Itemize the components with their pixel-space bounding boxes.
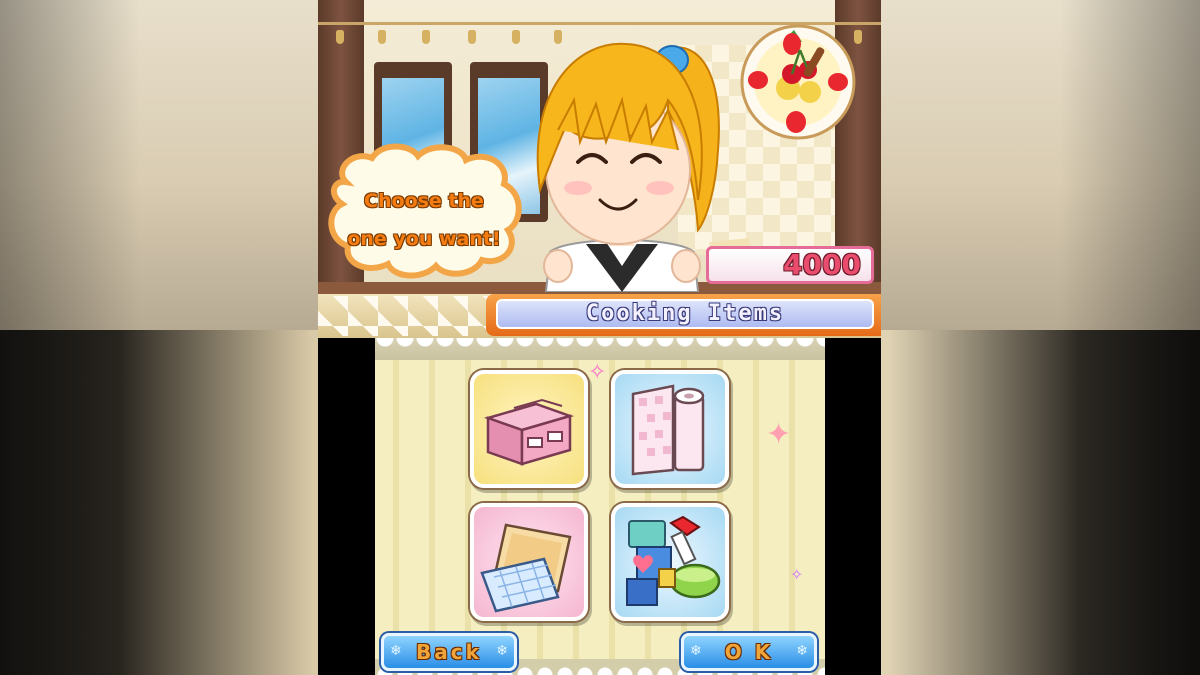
money-display: 4000	[706, 246, 874, 284]
floor-tiles	[318, 296, 488, 336]
lamp-icon	[378, 30, 386, 44]
baking-sheets-icon	[480, 523, 572, 613]
lamp-icon	[468, 30, 476, 44]
top-screen: Choose the one you want! 4000 Cooking It…	[318, 0, 881, 338]
ok-button-label: O K	[724, 640, 774, 664]
back-button-label: Back	[416, 640, 482, 664]
shopkeeper-character	[536, 42, 720, 292]
menu-title-bar: Cooking Items	[486, 294, 881, 336]
cake-icon	[740, 24, 856, 140]
item-paper-roll[interactable]	[611, 370, 729, 488]
lace-border-top	[375, 338, 825, 360]
back-button[interactable]: ❄ ❄ Back	[381, 633, 517, 671]
menu-title: Cooking Items	[585, 301, 785, 326]
storage-boxes-icon	[483, 398, 575, 466]
speech-bubble: Choose the one you want!	[324, 142, 524, 282]
lamp-icon	[336, 30, 344, 44]
sparkle-icon: ✧	[790, 565, 804, 584]
decorations-icon	[626, 515, 721, 606]
background-shade-left	[0, 0, 140, 675]
item-baking-sheets[interactable]	[470, 503, 588, 621]
paper-roll-icon	[631, 384, 705, 476]
speech-line-1: Choose the	[364, 190, 484, 212]
sparkle-icon: ✦	[766, 417, 792, 452]
background-shade-right	[1060, 0, 1200, 675]
sparkle-icon: ✧	[588, 360, 607, 385]
speech-line-2: one you want!	[347, 228, 501, 250]
speech-text: Choose the one you want!	[334, 182, 514, 258]
item-storage-boxes[interactable]	[470, 370, 588, 488]
lamp-icon	[422, 30, 430, 44]
bottom-screen: ❄ ❄ Back ❄ ❄ O K	[375, 338, 825, 675]
ok-button[interactable]: ❄ ❄ O K	[681, 633, 817, 671]
item-decorations[interactable]	[611, 503, 729, 621]
money-value: 4000	[783, 248, 861, 281]
